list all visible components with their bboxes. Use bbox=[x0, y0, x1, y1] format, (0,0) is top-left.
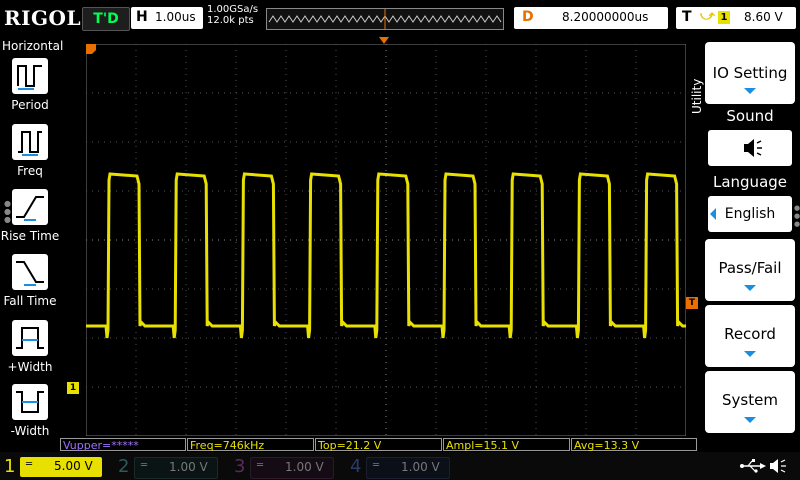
usb-icon bbox=[740, 459, 766, 473]
negative-width-icon bbox=[12, 384, 48, 420]
delay-label: D bbox=[522, 9, 534, 25]
run-status-badge[interactable]: T'D bbox=[82, 7, 130, 31]
trigger-channel-badge: 1 bbox=[718, 11, 730, 24]
sample-rate-info: 1.00GSa/s 12.0k pts bbox=[207, 4, 258, 26]
dc-coupling-icon: ═ bbox=[257, 460, 264, 471]
measure-period-button[interactable]: Period bbox=[0, 56, 60, 116]
horizontal-label: H bbox=[136, 9, 148, 25]
pass-fail-button[interactable]: Pass/Fail bbox=[705, 239, 795, 301]
freq-label: Freq bbox=[17, 164, 43, 178]
rising-edge-icon: ⤻ bbox=[700, 8, 715, 24]
pass-fail-label: Pass/Fail bbox=[718, 259, 782, 277]
channel-3-scale-box: ═ 1.00 V bbox=[250, 457, 334, 479]
sound-heading: Sound bbox=[726, 107, 774, 125]
trigger-display[interactable]: T ⤻ 1 8.60 V bbox=[676, 7, 796, 29]
speaker-icon bbox=[770, 459, 786, 473]
trigger-level: 8.60 V bbox=[744, 10, 783, 24]
rise-time-icon bbox=[12, 189, 48, 225]
rise-time-label: Rise Time bbox=[0, 229, 60, 243]
rigol-logo: RIGOL bbox=[4, 6, 82, 30]
trigger-label: T bbox=[682, 9, 692, 25]
channel-4-status[interactable]: 4 ═ 1.00 V bbox=[350, 455, 460, 479]
dc-coupling-icon: ═ bbox=[373, 460, 380, 471]
delay-display[interactable]: D 8.20000000us bbox=[514, 7, 668, 29]
timebase-value: 1.00us bbox=[155, 10, 196, 24]
delay-value: 8.20000000us bbox=[562, 10, 649, 24]
chevron-down-icon bbox=[744, 88, 756, 94]
channel-1-number: 1 bbox=[4, 456, 16, 477]
channel-2-scale-box: ═ 1.00 V bbox=[134, 457, 218, 479]
io-setting-button[interactable]: IO Setting bbox=[705, 42, 795, 104]
measure-fall-time-button[interactable]: Fall Time bbox=[0, 252, 60, 312]
pos-width-label: +Width bbox=[7, 360, 53, 374]
waveform-display[interactable] bbox=[86, 44, 686, 436]
channel-1-scale-box: ═ 5.00 V bbox=[20, 457, 102, 477]
channel-1-status[interactable]: 1 ═ 5.00 V bbox=[4, 455, 114, 479]
waveform-overview-icon bbox=[268, 9, 502, 29]
fall-time-icon bbox=[12, 254, 48, 290]
utility-tab-label: Utility bbox=[690, 78, 704, 114]
sample-rate: 1.00GSa/s bbox=[207, 4, 259, 15]
period-label: Period bbox=[11, 98, 49, 112]
channel-3-status[interactable]: 3 ═ 1.00 V bbox=[234, 455, 344, 479]
record-label: Record bbox=[724, 325, 776, 343]
memory-overview-bar bbox=[266, 8, 504, 30]
channel-1-scale: 5.00 V bbox=[54, 459, 93, 473]
horizontal-timebase[interactable]: H 1.00us bbox=[131, 7, 203, 29]
measurement-freq: Freq=746kHz bbox=[187, 438, 314, 452]
measurement-avg: Avg=13.3 V bbox=[571, 438, 697, 452]
measure-freq-button[interactable]: Freq bbox=[0, 122, 60, 182]
channel-2-scale: 1.00 V bbox=[169, 460, 208, 474]
ch1-offset-marker[interactable]: 1 bbox=[67, 382, 79, 394]
channel-4-number: 4 bbox=[350, 456, 362, 477]
trigger-position-marker[interactable] bbox=[86, 44, 98, 54]
speaker-icon bbox=[744, 139, 762, 157]
channel-3-number: 3 bbox=[234, 456, 246, 477]
scroll-dots-icon: ● ● ● bbox=[4, 199, 11, 224]
measure-category-title[interactable]: Horizontal bbox=[2, 39, 63, 53]
system-button[interactable]: System bbox=[705, 371, 795, 433]
status-icons bbox=[740, 459, 786, 473]
dc-coupling-icon: ═ bbox=[141, 460, 148, 471]
measure-neg-width-button[interactable]: -Width bbox=[0, 382, 60, 442]
channel-4-scale: 1.00 V bbox=[401, 460, 440, 474]
channel-2-number: 2 bbox=[118, 456, 130, 477]
measurement-top: Top=21.2 V bbox=[315, 438, 442, 452]
channel-3-scale: 1.00 V bbox=[285, 460, 324, 474]
channel-4-scale-box: ═ 1.00 V bbox=[366, 457, 450, 479]
language-select[interactable]: English bbox=[708, 196, 792, 232]
io-setting-label: IO Setting bbox=[712, 64, 788, 82]
period-icon bbox=[12, 58, 48, 94]
frequency-icon bbox=[12, 124, 48, 160]
record-button[interactable]: Record bbox=[705, 305, 795, 367]
scroll-dots-icon: ● ● ● bbox=[794, 204, 800, 228]
measure-pos-width-button[interactable]: +Width bbox=[0, 318, 60, 378]
language-heading: Language bbox=[712, 173, 788, 191]
chevron-down-icon bbox=[744, 351, 756, 357]
measurement-vupper: Vupper=***** bbox=[60, 438, 186, 452]
channel-2-status[interactable]: 2 ═ 1.00 V bbox=[118, 455, 228, 479]
sound-toggle[interactable] bbox=[708, 130, 792, 166]
measurement-ampl: Ampl=15.1 V bbox=[443, 438, 570, 452]
trigger-level-marker[interactable]: T bbox=[686, 297, 698, 309]
chevron-down-icon bbox=[744, 417, 756, 423]
fall-time-label: Fall Time bbox=[3, 294, 57, 308]
language-value: English bbox=[724, 206, 776, 222]
neg-width-label: -Width bbox=[10, 424, 50, 438]
utility-menu-tab[interactable]: Utility bbox=[688, 44, 704, 134]
dc-coupling-icon: ═ bbox=[26, 459, 33, 470]
trigger-time-marker[interactable] bbox=[379, 37, 389, 45]
memory-points: 12.0k pts bbox=[207, 15, 254, 26]
system-label: System bbox=[722, 391, 778, 409]
chevron-down-icon bbox=[744, 285, 756, 291]
positive-width-icon bbox=[12, 320, 48, 356]
